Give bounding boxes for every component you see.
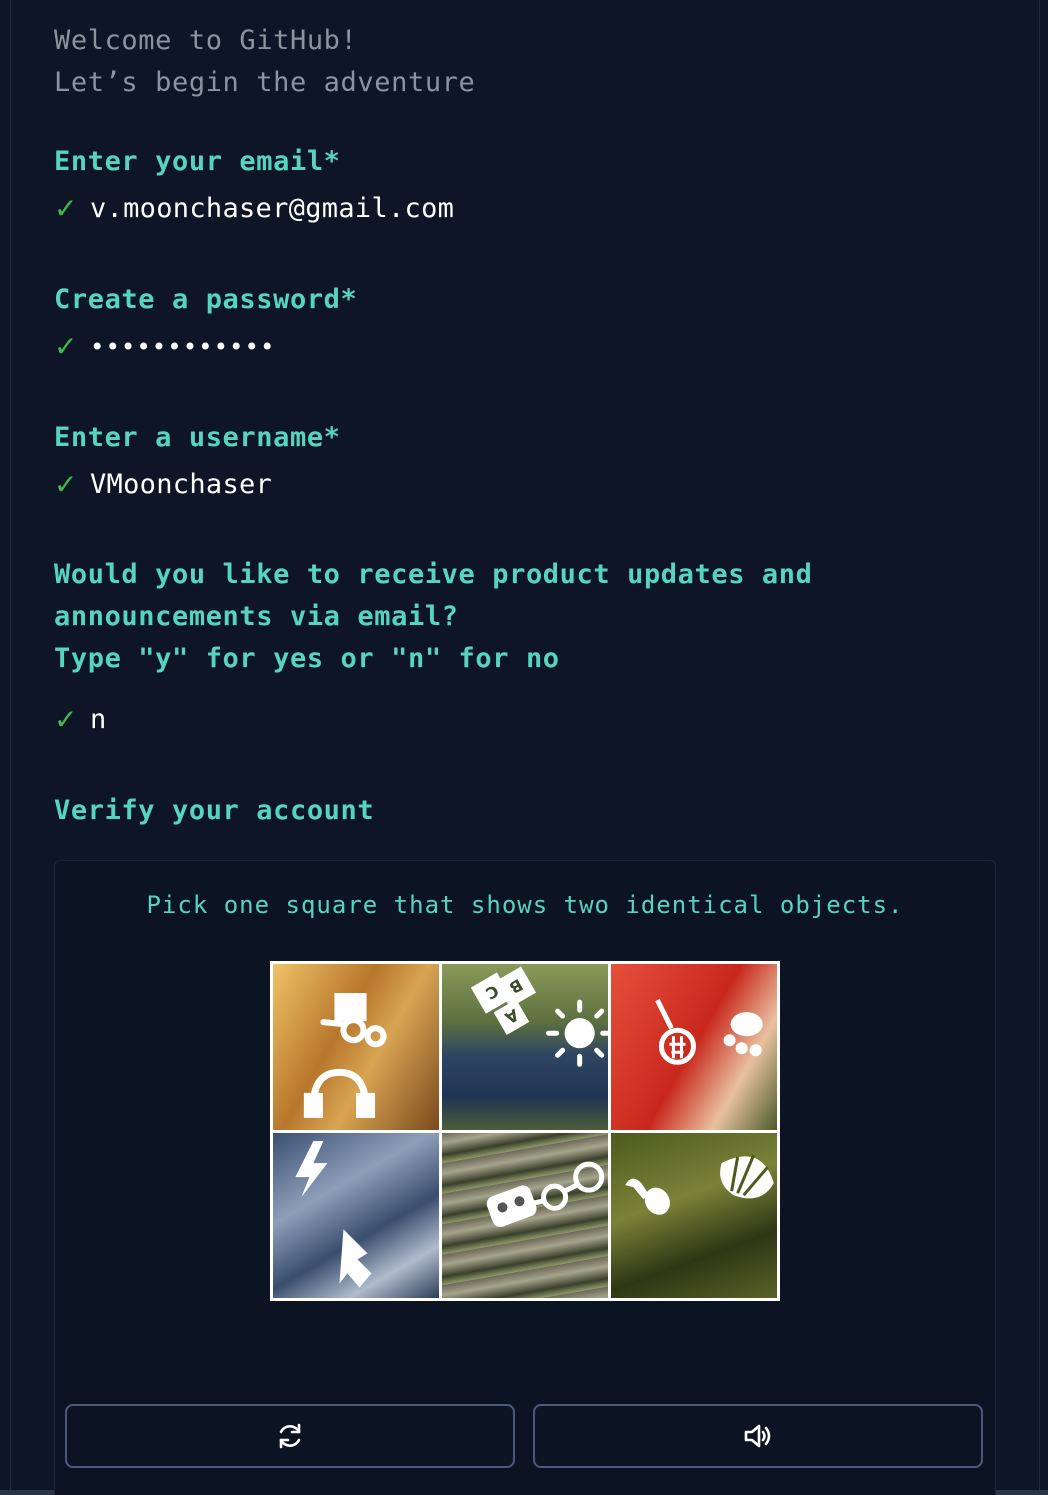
paw-icon — [723, 1012, 763, 1057]
check-icon: ✓ — [54, 703, 78, 736]
captcha-tile-5[interactable] — [442, 1132, 608, 1298]
updates-label: Would you like to receive product update… — [54, 554, 813, 680]
password-label: Create a password* — [54, 284, 358, 315]
updates-value: n — [90, 704, 107, 735]
password-answer[interactable]: ✓ •••••••••••• — [54, 330, 275, 363]
updates-label-line3: Type "y" for yes or "n" for no — [54, 643, 560, 674]
captcha-tile-3[interactable] — [611, 964, 777, 1130]
refresh-button[interactable] — [65, 1404, 515, 1468]
welcome-line: Welcome to GitHub! — [54, 25, 358, 56]
shell-icon — [720, 1153, 774, 1198]
verify-label: Verify your account — [54, 795, 375, 826]
captcha-tile-4[interactable] — [273, 1132, 439, 1298]
captcha-tile-6[interactable] — [611, 1132, 777, 1298]
check-icon: ✓ — [54, 192, 78, 225]
email-answer[interactable]: ✓ v.moonchaser@gmail.com — [54, 192, 454, 225]
updates-answer[interactable]: ✓ n — [54, 703, 107, 736]
intro-text: Welcome to GitHub! Let’s begin the adven… — [54, 20, 475, 104]
captcha-tile-1[interactable] — [273, 964, 439, 1130]
username-answer[interactable]: ✓ VMoonchaser — [54, 468, 272, 501]
captcha-grid: C B A — [270, 961, 780, 1301]
captcha-panel: Pick one square that shows two identical… — [54, 860, 996, 1495]
check-icon: ✓ — [54, 468, 78, 501]
adventure-line: Let’s begin the adventure — [54, 67, 476, 98]
lightning-icon — [339, 1228, 372, 1287]
email-value: v.moonchaser@gmail.com — [90, 193, 455, 224]
speaker-icon — [744, 1424, 771, 1448]
email-label: Enter your email* — [54, 146, 341, 177]
captcha-prompt: Pick one square that shows two identical… — [146, 891, 904, 919]
captcha-tile-2[interactable]: C B A — [442, 964, 608, 1130]
headphones-icon — [303, 1068, 376, 1118]
updates-label-line2: announcements via email? — [54, 601, 459, 632]
password-value: •••••••••••• — [90, 332, 276, 361]
username-value: VMoonchaser — [90, 469, 273, 500]
refresh-icon — [279, 1423, 301, 1449]
sun-icon — [546, 999, 608, 1067]
audio-challenge-button[interactable] — [533, 1404, 983, 1468]
rings-icon — [532, 1161, 605, 1211]
check-icon: ✓ — [54, 330, 78, 363]
updates-label-line1: Would you like to receive product update… — [54, 559, 813, 590]
username-label: Enter a username* — [54, 422, 341, 453]
